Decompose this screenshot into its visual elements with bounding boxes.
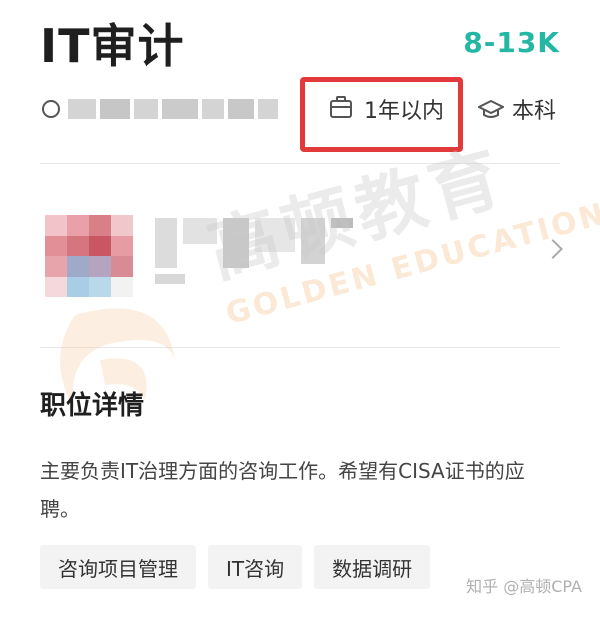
education-requirement: 本科 [478,94,556,124]
skill-tag: 咨询项目管理 [40,545,196,589]
skill-tag: IT咨询 [208,545,303,589]
job-description: 主要负责IT治理方面的咨询工作。希望有CISA证书的应聘。 [40,459,525,521]
skill-tag: 数据调研 [314,545,431,589]
graduation-cap-icon [478,99,504,118]
job-details-title: 职位详情 [40,391,145,421]
job-location [42,92,278,126]
briefcase-icon [330,96,352,118]
divider [40,347,560,348]
divider [40,163,560,164]
salary-range: 8-13K [463,26,560,59]
experience-requirement: 1年以内 [330,94,444,124]
source-watermark: 知乎 @高顿CPA [466,577,582,596]
company-card[interactable] [40,200,563,310]
skill-tags: 咨询项目管理 IT咨询 数据调研 [40,545,431,589]
company-logo-blurred [45,215,133,297]
experience-label: 1年以内 [364,99,444,124]
chevron-right-icon [543,239,563,259]
job-title: IT审计 [40,19,185,73]
location-pin-icon [42,100,60,118]
education-label: 本科 [512,99,557,124]
company-name-blurred [155,218,355,284]
location-text-blurred [68,97,278,121]
